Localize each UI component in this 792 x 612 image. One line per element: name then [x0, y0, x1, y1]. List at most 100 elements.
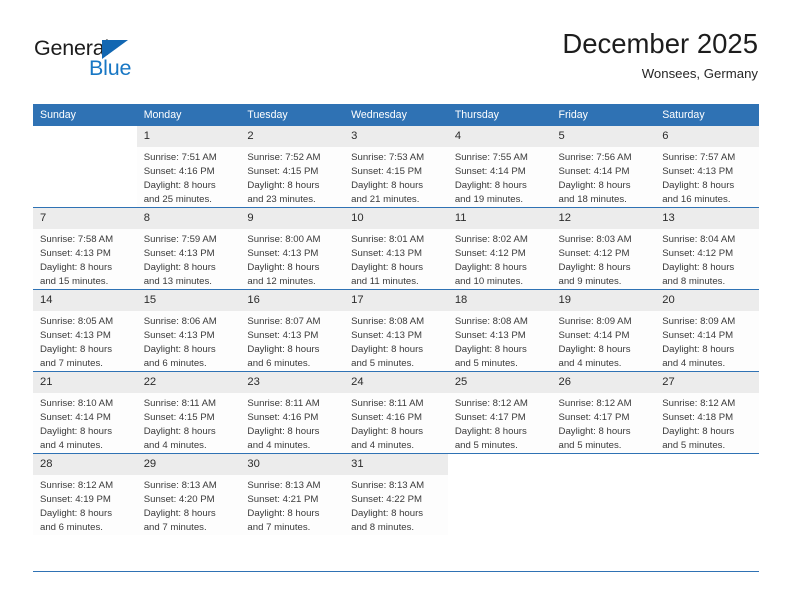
daylight-text-line2: and 6 minutes. — [247, 358, 311, 369]
sunrise-text: Sunrise: 7:53 AM — [351, 152, 425, 163]
daylight-text-line2: and 16 minutes. — [662, 194, 731, 205]
calendar-day-cell[interactable]: 21 Sunrise: 8:10 AM Sunset: 4:14 PM Dayligh… — [33, 371, 137, 454]
calendar-week-row: 1 Sunrise: 7:51 AM Sunset: 4:16 PM Daylight… — [33, 126, 759, 208]
day-number: 9 — [240, 208, 345, 229]
day-details: Sunrise: 8:09 AM Sunset: 4:14 PM Daylight:… — [552, 311, 656, 371]
calendar-day-cell[interactable]: 2 Sunrise: 7:52 AM Sunset: 4:15 PM Daylight… — [240, 126, 345, 208]
day-details: Sunrise: 8:08 AM Sunset: 4:13 PM Daylight:… — [344, 311, 448, 371]
daylight-text-line2: and 4 minutes. — [247, 440, 311, 451]
sunrise-text: Sunrise: 8:13 AM — [351, 480, 425, 491]
calendar-day-cell[interactable]: 23 Sunrise: 8:11 AM Sunset: 4:16 PM Dayligh… — [240, 371, 345, 454]
daylight-text-line1: Daylight: 8 hours — [143, 508, 216, 519]
day-number: 18 — [447, 290, 552, 311]
day-details: Sunrise: 8:00 AM Sunset: 4:13 PM Daylight:… — [240, 229, 344, 289]
day-details: Sunrise: 8:09 AM Sunset: 4:14 PM Daylight:… — [655, 311, 759, 371]
sunset-text: Sunset: 4:13 PM — [143, 248, 215, 259]
day-details: Sunrise: 8:11 AM Sunset: 4:16 PM Daylight:… — [344, 393, 448, 453]
daylight-text-line2: and 4 minutes. — [558, 358, 622, 369]
calendar-day-cell[interactable]: 6 Sunrise: 7:57 AM Sunset: 4:13 PM Daylight… — [655, 126, 759, 208]
sunset-text: Sunset: 4:20 PM — [143, 494, 215, 505]
daylight-text-line2: and 4 minutes. — [662, 358, 726, 369]
day-number: 8 — [136, 208, 241, 229]
day-number: 31 — [344, 454, 448, 475]
calendar-day-cell[interactable]: 28 Sunrise: 8:12 AM Sunset: 4:19 PM Dayligh… — [33, 453, 137, 535]
calendar-day-cell[interactable]: 30 Sunrise: 8:13 AM Sunset: 4:21 PM Dayligh… — [240, 453, 345, 535]
calendar-day-cell[interactable]: 9 Sunrise: 8:00 AM Sunset: 4:13 PM Daylight… — [240, 207, 345, 290]
calendar-day-cell[interactable]: 20 Sunrise: 8:09 AM Sunset: 4:14 PM Dayligh… — [655, 289, 759, 372]
day-details: Sunrise: 8:13 AM Sunset: 4:21 PM Daylight:… — [240, 475, 344, 535]
calendar-day-cell[interactable]: 12 Sunrise: 8:03 AM Sunset: 4:12 PM Dayligh… — [551, 207, 656, 290]
calendar-day-cell[interactable]: 7 Sunrise: 7:58 AM Sunset: 4:13 PM Daylight… — [33, 207, 137, 290]
daylight-text-line2: and 6 minutes. — [40, 522, 103, 533]
daylight-text-line1: Daylight: 8 hours — [454, 344, 527, 355]
calendar-day-cell[interactable]: 5 Sunrise: 7:56 AM Sunset: 4:14 PM Daylight… — [551, 126, 656, 208]
sunset-text: Sunset: 4:12 PM — [662, 248, 734, 259]
calendar-day-cell[interactable]: 8 Sunrise: 7:59 AM Sunset: 4:13 PM Daylight… — [136, 207, 241, 290]
sunrise-text: Sunrise: 8:12 AM — [40, 480, 114, 491]
sunset-text: Sunset: 4:14 PM — [558, 330, 630, 341]
calendar-day-cell[interactable]: 25 Sunrise: 8:12 AM Sunset: 4:17 PM Dayligh… — [447, 371, 552, 454]
calendar-day-cell[interactable]: 29 Sunrise: 8:13 AM Sunset: 4:20 PM Dayligh… — [136, 453, 241, 535]
daylight-text-line1: Daylight: 8 hours — [143, 344, 216, 355]
day-details: Sunrise: 8:11 AM Sunset: 4:16 PM Daylight:… — [240, 393, 344, 453]
day-details: Sunrise: 8:12 AM Sunset: 4:17 PM Daylight:… — [448, 393, 552, 453]
sunset-text: Sunset: 4:12 PM — [454, 248, 526, 259]
day-number — [448, 454, 552, 475]
daylight-text-line2: and 21 minutes. — [351, 194, 420, 205]
daylight-text-line2: and 7 minutes. — [40, 358, 103, 369]
calendar-day-cell[interactable]: 4 Sunrise: 7:55 AM Sunset: 4:14 PM Daylight… — [447, 126, 552, 208]
sunrise-text: Sunrise: 8:13 AM — [247, 480, 321, 491]
sunset-text: Sunset: 4:13 PM — [143, 330, 215, 341]
calendar-day-cell[interactable]: 16 Sunrise: 8:07 AM Sunset: 4:13 PM Dayligh… — [240, 289, 345, 372]
sunrise-text: Sunrise: 7:58 AM — [40, 234, 114, 245]
sunrise-text: Sunrise: 7:51 AM — [143, 152, 217, 163]
daylight-text-line2: and 5 minutes. — [662, 440, 726, 451]
day-number: 3 — [344, 126, 448, 147]
sunrise-text: Sunrise: 8:08 AM — [454, 316, 528, 327]
day-number: 14 — [33, 290, 137, 311]
calendar-day-cell[interactable]: 1 Sunrise: 7:51 AM Sunset: 4:16 PM Daylight… — [136, 126, 241, 208]
day-details: Sunrise: 8:06 AM Sunset: 4:13 PM Daylight:… — [137, 311, 241, 371]
generalblue-logo[interactable]: General Blue — [34, 37, 194, 94]
day-number: 23 — [240, 372, 345, 393]
daylight-text-line1: Daylight: 8 hours — [351, 262, 424, 273]
calendar-cell-empty — [655, 453, 759, 535]
sunrise-text: Sunrise: 8:13 AM — [143, 480, 217, 491]
sunset-text: Sunset: 4:13 PM — [40, 330, 111, 341]
calendar-day-cell[interactable]: 15 Sunrise: 8:06 AM Sunset: 4:13 PM Dayligh… — [136, 289, 241, 372]
day-details: Sunrise: 8:13 AM Sunset: 4:22 PM Daylight:… — [344, 475, 448, 535]
sunrise-text: Sunrise: 7:59 AM — [143, 234, 217, 245]
calendar-day-cell[interactable]: 13 Sunrise: 8:04 AM Sunset: 4:12 PM Dayligh… — [655, 207, 759, 290]
calendar-day-cell[interactable]: 19 Sunrise: 8:09 AM Sunset: 4:14 PM Dayligh… — [551, 289, 656, 372]
sunset-text: Sunset: 4:17 PM — [558, 412, 630, 423]
calendar-day-cell[interactable]: 27 Sunrise: 8:12 AM Sunset: 4:18 PM Dayligh… — [655, 371, 759, 454]
sunset-text: Sunset: 4:13 PM — [351, 330, 423, 341]
sunrise-text: Sunrise: 8:11 AM — [143, 398, 217, 409]
calendar-day-cell[interactable]: 18 Sunrise: 8:08 AM Sunset: 4:13 PM Dayligh… — [447, 289, 552, 372]
day-details: Sunrise: 8:05 AM Sunset: 4:13 PM Daylight:… — [33, 311, 137, 371]
daylight-text-line1: Daylight: 8 hours — [454, 180, 527, 191]
calendar-day-cell[interactable]: 14 Sunrise: 8:05 AM Sunset: 4:13 PM Dayligh… — [33, 289, 137, 372]
daylight-text-line2: and 5 minutes. — [351, 358, 415, 369]
sunset-text: Sunset: 4:13 PM — [247, 248, 319, 259]
daylight-text-line1: Daylight: 8 hours — [558, 426, 631, 437]
weekday-header-tuesday: Tuesday — [240, 104, 345, 126]
calendar-day-cell[interactable]: 26 Sunrise: 8:12 AM Sunset: 4:17 PM Dayligh… — [551, 371, 656, 454]
daylight-text-line1: Daylight: 8 hours — [247, 508, 320, 519]
calendar-day-cell[interactable]: 10 Sunrise: 8:01 AM Sunset: 4:13 PM Dayligh… — [344, 207, 448, 290]
daylight-text-line1: Daylight: 8 hours — [662, 426, 735, 437]
sunrise-text: Sunrise: 8:09 AM — [662, 316, 736, 327]
calendar-day-cell[interactable]: 17 Sunrise: 8:08 AM Sunset: 4:13 PM Dayligh… — [344, 289, 448, 372]
sunset-text: Sunset: 4:19 PM — [40, 494, 111, 505]
weekday-header-sunday: Sunday — [33, 104, 137, 126]
daylight-text-line1: Daylight: 8 hours — [143, 426, 216, 437]
calendar-day-cell[interactable]: 11 Sunrise: 8:02 AM Sunset: 4:12 PM Dayligh… — [447, 207, 552, 290]
day-details: Sunrise: 7:57 AM Sunset: 4:13 PM Daylight:… — [655, 147, 759, 207]
calendar-day-cell[interactable]: 24 Sunrise: 8:11 AM Sunset: 4:16 PM Dayligh… — [344, 371, 448, 454]
calendar-day-cell[interactable]: 31 Sunrise: 8:13 AM Sunset: 4:22 PM Dayligh… — [344, 453, 448, 535]
daylight-text-line1: Daylight: 8 hours — [454, 262, 527, 273]
calendar-day-cell[interactable]: 3 Sunrise: 7:53 AM Sunset: 4:15 PM Daylight… — [344, 126, 448, 208]
calendar-cell-empty — [551, 453, 656, 535]
day-details: Sunrise: 8:01 AM Sunset: 4:13 PM Daylight:… — [344, 229, 448, 289]
calendar-day-cell[interactable]: 22 Sunrise: 8:11 AM Sunset: 4:15 PM Dayligh… — [136, 371, 241, 454]
